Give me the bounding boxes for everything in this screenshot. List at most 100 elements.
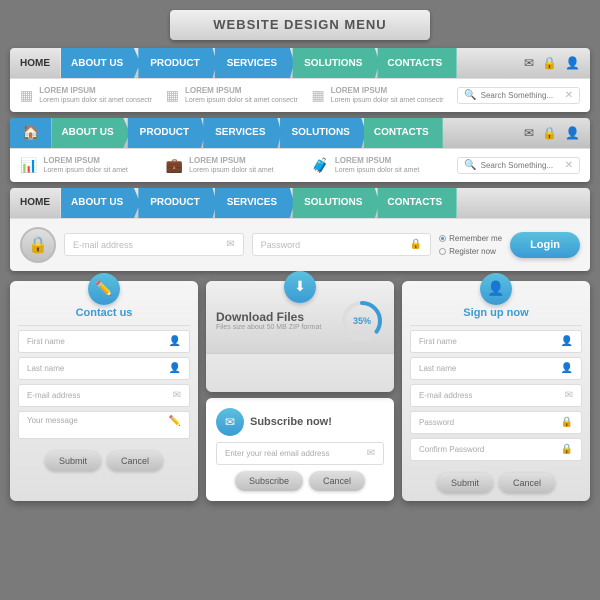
nav-contacts-2[interactable]: CONTACTS [360, 118, 443, 148]
subscribe-button[interactable]: Subscribe [235, 471, 303, 491]
download-desc: Files size about 50 MB ZIP format [216, 324, 321, 331]
progress-circle: 35% [340, 299, 384, 343]
remember-radio[interactable] [439, 235, 446, 242]
mail-icon-1[interactable]: ✉ [524, 56, 534, 70]
contact-divider [18, 325, 190, 326]
email-placeholder: E-mail address [73, 240, 133, 250]
password-field[interactable]: Password 🔒 [252, 233, 432, 256]
lock-circle: 🔒 [20, 227, 56, 263]
signup-first-name-label: First name [419, 337, 457, 346]
signup-first-name-field[interactable]: First name 👤 [410, 330, 582, 353]
lock-icon-2[interactable]: 🔒 [542, 126, 557, 140]
nav-solutions-3[interactable]: SOLUTIONS [288, 188, 379, 218]
nav-icons-1: ✉ 🔒 👤 [524, 56, 590, 70]
signup-last-name-field[interactable]: Last name 👤 [410, 357, 582, 380]
sub-desc-4: Lorem ipsum dolor sit amet [43, 167, 127, 174]
contact-widget: ✏️ Contact us First name 👤 Last name 👤 E… [10, 281, 198, 501]
signup-icon-circle: 👤 [480, 273, 512, 305]
sub-bar-2: 📊 LOREM IPSUM Lorem ipsum dolor sit amet… [10, 148, 590, 182]
sub-item-1: ▦ LOREM IPSUM Lorem ipsum dolor sit amet… [20, 85, 156, 106]
signup-password-label: Password [419, 418, 454, 427]
subscribe-envelope-icon: ✉ [216, 408, 244, 436]
subscribe-title: Subscribe now! [250, 416, 332, 428]
sub-desc-2: Lorem ipsum dolor sit amet consectr [185, 97, 298, 104]
mail-icon-2[interactable]: ✉ [524, 126, 534, 140]
contact-submit-button[interactable]: Submit [45, 451, 101, 471]
subscribe-envelope-input-icon: ✉ [367, 448, 375, 459]
register-label: Register now [449, 247, 496, 256]
register-option[interactable]: Register now [439, 247, 502, 256]
remember-box: Remember me Register now [439, 234, 502, 256]
signup-email-field[interactable]: E-mail address ✉ [410, 384, 582, 407]
remember-me-option[interactable]: Remember me [439, 234, 502, 243]
search-box-2[interactable]: 🔍 ✕ [457, 157, 580, 174]
search-icon-2: 🔍 [464, 160, 476, 171]
nav-home-btn-2[interactable]: 🏠 [10, 118, 51, 148]
user-icon-1[interactable]: 👤 [565, 56, 580, 70]
signup-divider [410, 325, 582, 326]
nav-bar-2: 🏠 ABOUT US PRODUCT SERVICES SOLUTIONS CO… [10, 118, 590, 148]
contact-cancel-button[interactable]: Cancel [107, 451, 163, 471]
sub-desc-6: Lorem ipsum dolor sit amet [335, 167, 419, 174]
user-icon-contact-1: 👤 [169, 336, 181, 347]
sub-label-5: LOREM IPSUM [189, 155, 273, 166]
nav-contacts-1[interactable]: CONTACTS [373, 48, 457, 78]
signup-submit-button[interactable]: Submit [437, 473, 493, 493]
subscribe-email-field[interactable]: Enter your real email address ✉ [216, 442, 384, 465]
nav-product-2[interactable]: PRODUCT [124, 118, 205, 148]
password-placeholder: Password [261, 240, 301, 250]
nav-product-3[interactable]: PRODUCT [134, 188, 216, 218]
middle-column: ⬇ Download Files Files size about 50 MB … [206, 281, 394, 501]
sub-label-1: LOREM IPSUM [39, 85, 152, 96]
lock-icon-1[interactable]: 🔒 [542, 56, 557, 70]
envelope-icon-signup: ✉ [565, 390, 573, 401]
progress-label: 35% [353, 316, 371, 326]
grid-icon-1: ▦ [20, 87, 33, 104]
nav-section-2: 🏠 ABOUT US PRODUCT SERVICES SOLUTIONS CO… [10, 118, 590, 182]
register-radio[interactable] [439, 248, 446, 255]
lock-icon-signup-1: 🔒 [561, 417, 573, 428]
subscribe-cancel-button[interactable]: Cancel [309, 471, 365, 491]
download-icon-circle: ⬇ [284, 271, 316, 303]
signup-cancel-button[interactable]: Cancel [499, 473, 555, 493]
contact-icon-circle: ✏️ [88, 273, 120, 305]
first-name-label: First name [27, 337, 65, 346]
message-field[interactable]: Your message ✏️ [18, 411, 190, 439]
search-input-1[interactable] [481, 91, 561, 100]
page-title-bar: WEBSITE DESIGN MENU [170, 10, 430, 40]
signup-confirm-field[interactable]: Confirm Password 🔒 [410, 438, 582, 461]
clear-icon-1[interactable]: ✕ [565, 90, 573, 101]
signup-password-field[interactable]: Password 🔒 [410, 411, 582, 434]
search-box-1[interactable]: 🔍 ✕ [457, 87, 580, 104]
sub-item-2: ▦ LOREM IPSUM Lorem ipsum dolor sit amet… [166, 85, 302, 106]
nav-about-1[interactable]: ABOUT US [61, 48, 140, 78]
nav-solutions-1[interactable]: SOLUTIONS [288, 48, 379, 78]
nav-services-1[interactable]: SERVICES [211, 48, 294, 78]
clear-icon-2[interactable]: ✕ [565, 160, 573, 171]
email-field[interactable]: E-mail address ✉ [64, 233, 244, 256]
nav-home-3[interactable]: HOME [10, 188, 61, 218]
first-name-field[interactable]: First name 👤 [18, 330, 190, 353]
user-icon-2[interactable]: 👤 [565, 126, 580, 140]
lock-icon-signup-2: 🔒 [561, 444, 573, 455]
login-button[interactable]: Login [510, 232, 580, 258]
password-lock-icon: 🔒 [410, 239, 422, 250]
nav-contacts-3[interactable]: CONTACTS [373, 188, 457, 218]
email-contact-field[interactable]: E-mail address ✉ [18, 384, 190, 407]
search-input-2[interactable] [481, 161, 561, 170]
title-text: WEBSITE [213, 17, 279, 32]
nav-services-2[interactable]: SERVICES [199, 118, 281, 148]
nav-solutions-2[interactable]: SOLUTIONS [276, 118, 366, 148]
suitcase-icon: 🧳 [311, 157, 328, 174]
nav-home-1[interactable]: HOME [10, 48, 61, 78]
nav-services-3[interactable]: SERVICES [211, 188, 294, 218]
widgets-row: ✏️ Contact us First name 👤 Last name 👤 E… [10, 281, 590, 501]
nav-about-3[interactable]: ABOUT US [61, 188, 140, 218]
nav-about-2[interactable]: ABOUT US [51, 118, 129, 148]
nav-product-1[interactable]: PRODUCT [134, 48, 216, 78]
pencil-icon-contact: ✏️ [169, 416, 181, 427]
nav-section-3: HOME ABOUT US PRODUCT SERVICES SOLUTIONS… [10, 188, 590, 271]
last-name-field[interactable]: Last name 👤 [18, 357, 190, 380]
sub-item-5: 💼 LOREM IPSUM Lorem ipsum dolor sit amet [166, 155, 302, 176]
search-icon-1: 🔍 [464, 90, 476, 101]
